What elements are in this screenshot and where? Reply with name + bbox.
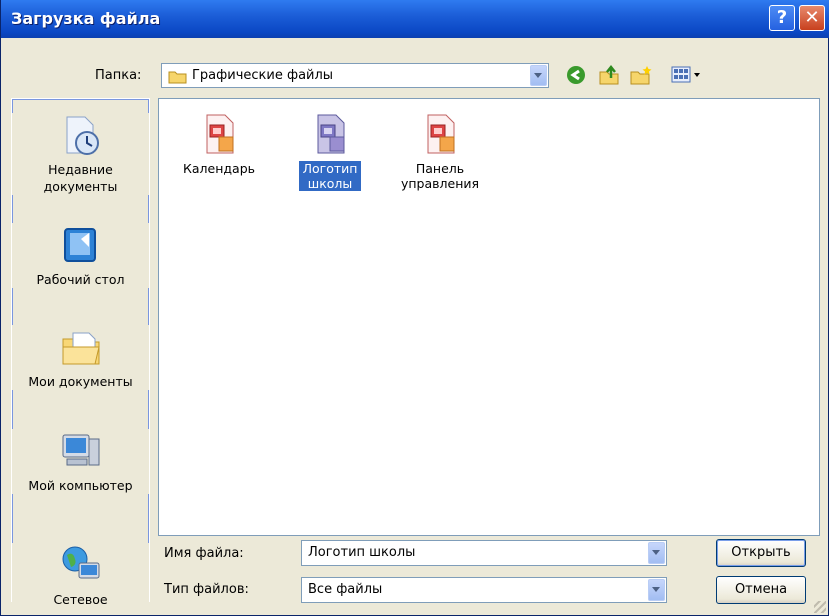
place-desktop[interactable]: Рабочий стол: [12, 223, 149, 288]
file-name: Логотип школы: [299, 161, 361, 191]
filetype-label: Тип файлов:: [164, 582, 249, 597]
file-list[interactable]: Календарь Логотип школы Панель управлени…: [158, 98, 820, 536]
image-file-icon: [427, 114, 455, 154]
window-title: Загрузка файла: [11, 9, 161, 28]
folder-value: Графические файлы: [192, 68, 334, 83]
places-bar: Недавние документы Рабочий стол Мои доку…: [11, 98, 150, 608]
new-folder-icon[interactable]: [629, 64, 653, 86]
file-open-dialog: Загрузка файла ? ✕ Папка: Графические фа…: [0, 0, 829, 616]
place-label-my-computer: Мой компьютер: [28, 478, 133, 493]
filename-value: Логотип школы: [308, 545, 416, 560]
file-name: Календарь: [183, 161, 255, 176]
recent-documents-icon: [66, 116, 99, 155]
image-file-icon: [206, 114, 234, 154]
file-item-control-panel[interactable]: Панель управления: [395, 113, 485, 191]
filetype-select[interactable]: Все файлы: [301, 577, 667, 603]
folder-label: Папка:: [95, 68, 142, 83]
open-button[interactable]: Открыть: [716, 539, 806, 567]
folder-select[interactable]: Графические файлы: [161, 63, 549, 88]
place-label-desktop: Рабочий стол: [36, 272, 125, 287]
file-item-school-logo[interactable]: Логотип школы: [285, 113, 375, 191]
up-folder-icon[interactable]: [598, 64, 620, 86]
chevron-down-icon[interactable]: [648, 579, 665, 601]
place-my-computer[interactable]: Мой компьютер: [12, 429, 149, 494]
place-network[interactable]: Сетевое: [12, 543, 149, 608]
chevron-down-icon[interactable]: [530, 65, 547, 86]
desktop-icon: [63, 228, 96, 262]
resize-grip[interactable]: [814, 601, 826, 613]
close-button[interactable]: ✕: [799, 5, 825, 31]
chevron-down-icon[interactable]: [648, 542, 665, 564]
place-label-my-documents: Мои документы: [28, 374, 133, 389]
place-label-recent: Недавние документы: [43, 162, 118, 194]
title-bar[interactable]: Загрузка файла ? ✕: [1, 0, 829, 38]
file-name: Панель управления: [400, 161, 480, 191]
cancel-button[interactable]: Отмена: [716, 576, 806, 604]
place-my-documents[interactable]: Мои документы: [12, 325, 149, 390]
view-menu-icon[interactable]: [671, 66, 705, 84]
filename-input[interactable]: Логотип школы: [301, 540, 667, 566]
file-item-calendar[interactable]: Календарь: [174, 113, 264, 176]
image-file-icon: [317, 114, 345, 154]
folder-icon: [168, 71, 187, 84]
place-label-network: Сетевое: [53, 592, 108, 607]
my-computer-icon: [62, 434, 99, 466]
place-recent-documents[interactable]: Недавние документы: [12, 113, 149, 195]
my-documents-icon: [62, 332, 100, 365]
back-icon[interactable]: [566, 65, 586, 85]
filename-label: Имя файла:: [164, 546, 244, 561]
filetype-value: Все файлы: [308, 582, 383, 597]
help-button[interactable]: ?: [769, 5, 795, 31]
network-icon: [62, 546, 99, 579]
